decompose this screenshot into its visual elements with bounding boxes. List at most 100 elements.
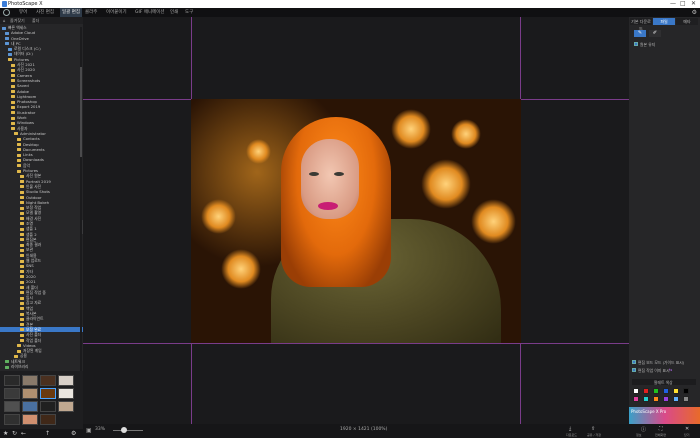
keep-original-checkbox[interactable] bbox=[634, 42, 638, 46]
folder-icon bbox=[20, 328, 24, 332]
settings-icon[interactable]: ⚙ bbox=[71, 430, 76, 437]
menu-item-tools[interactable]: 도구 bbox=[183, 8, 195, 17]
menu-item-combine[interactable]: 이어붙이기 bbox=[104, 8, 129, 17]
promo-tile[interactable]: PhotoScape X Pro bbox=[629, 407, 700, 424]
folder-icon bbox=[20, 333, 24, 337]
color-swatch[interactable] bbox=[683, 396, 689, 402]
fit-icon[interactable]: ▣ bbox=[86, 427, 92, 434]
folder-icon bbox=[17, 153, 21, 157]
color-swatch[interactable] bbox=[653, 396, 659, 402]
folder-icon bbox=[11, 63, 15, 67]
favorite-icon[interactable]: ★ bbox=[3, 430, 8, 437]
home-icon[interactable]: ⌂ bbox=[3, 17, 6, 24]
close-icon[interactable]: ✕ bbox=[691, 0, 696, 8]
thumbnail[interactable] bbox=[4, 388, 20, 399]
color-swatch[interactable] bbox=[643, 388, 649, 394]
thumbnail[interactable] bbox=[22, 401, 38, 412]
maximize-icon[interactable]: □ bbox=[680, 0, 686, 8]
folder-label: 임시 bbox=[26, 295, 33, 301]
tab-folders[interactable]: 폴더 bbox=[32, 17, 39, 24]
thumbnail[interactable] bbox=[4, 414, 20, 425]
up-icon[interactable]: ↑ bbox=[45, 430, 50, 437]
folder-icon bbox=[14, 132, 18, 136]
color-swatch[interactable] bbox=[653, 388, 659, 394]
menu-item-viewer[interactable]: 뷰어 bbox=[17, 8, 29, 17]
download-icon[interactable]: ⤓ bbox=[569, 426, 571, 432]
thumbnail[interactable] bbox=[40, 375, 56, 386]
folder-icon bbox=[17, 344, 21, 348]
back-icon[interactable]: ← bbox=[21, 430, 26, 437]
folder-icon bbox=[5, 31, 9, 35]
menu-item-editor[interactable]: 사진 편집 bbox=[34, 8, 56, 17]
menu-item-batch[interactable]: 일괄 편집 bbox=[60, 8, 82, 17]
thumbnail[interactable] bbox=[58, 388, 74, 399]
folder-label: Documents bbox=[23, 146, 45, 152]
folder-icon bbox=[5, 42, 9, 46]
tab-meta[interactable]: 메타 bbox=[676, 18, 698, 25]
minimize-icon[interactable]: — bbox=[670, 0, 676, 8]
thumbnail[interactable] bbox=[22, 414, 38, 425]
folder-label: Export 2019 bbox=[17, 104, 41, 110]
menu-item-collage[interactable]: 콜라주 bbox=[83, 8, 99, 17]
thumbnail[interactable] bbox=[4, 375, 20, 386]
folder-tree-item[interactable]: 라이브러리 bbox=[0, 364, 83, 369]
thumbnail[interactable] bbox=[4, 401, 20, 412]
zoom-slider[interactable] bbox=[113, 430, 143, 431]
menu-item-print[interactable]: 인쇄 bbox=[168, 8, 180, 17]
color-swatch[interactable] bbox=[673, 388, 679, 394]
thumbnail[interactable] bbox=[22, 375, 38, 386]
color-swatch[interactable] bbox=[673, 396, 679, 402]
info-icon[interactable]: ⓘ bbox=[641, 426, 646, 433]
folder-icon bbox=[5, 37, 9, 41]
color-swatch[interactable] bbox=[663, 388, 669, 394]
folder-tree-scrollbar[interactable] bbox=[80, 27, 82, 382]
tab-favorites[interactable]: 즐겨찾기 bbox=[10, 17, 25, 24]
folder-label: Illustrator bbox=[17, 109, 36, 115]
thumbnail[interactable] bbox=[58, 401, 74, 412]
thumbnail[interactable] bbox=[40, 414, 56, 425]
thumbnail-selected[interactable] bbox=[40, 388, 56, 399]
thumbnail[interactable] bbox=[58, 375, 74, 386]
gear-icon[interactable]: ⚙ bbox=[692, 9, 697, 16]
guide-mode-label: 편집 보드 모드 (가이드 표시) bbox=[638, 360, 685, 365]
thumbnail[interactable] bbox=[22, 388, 38, 399]
folder-icon bbox=[20, 174, 24, 178]
color-swatch[interactable] bbox=[633, 396, 639, 402]
color-swatch[interactable] bbox=[683, 388, 689, 394]
color-swatch[interactable] bbox=[633, 388, 639, 394]
photo-image[interactable] bbox=[191, 99, 521, 343]
zoom-slider-knob[interactable] bbox=[121, 427, 127, 433]
brush-tool-button[interactable]: ✎ bbox=[634, 30, 646, 37]
folder-label: 사용자 bbox=[17, 125, 28, 131]
tab-basic[interactable]: 기본 다운로드 bbox=[630, 18, 652, 31]
folder-label: Lightroom bbox=[17, 93, 37, 99]
pen-tool-button[interactable]: ✐ bbox=[649, 30, 661, 37]
folder-label: SNS bbox=[26, 263, 34, 269]
folder-label: 견본 bbox=[26, 321, 33, 327]
folder-icon bbox=[20, 185, 24, 189]
color-swatch[interactable] bbox=[643, 396, 649, 402]
share-icon[interactable]: ⇪ bbox=[591, 426, 595, 432]
refresh-icon[interactable]: ↻ bbox=[12, 430, 17, 437]
folder-label: Administrator bbox=[20, 130, 46, 136]
tab-file[interactable]: 파일 bbox=[653, 18, 675, 25]
logo-icon[interactable] bbox=[3, 9, 10, 16]
folder-label: Photoshop bbox=[17, 99, 37, 105]
close-editor-icon[interactable]: ✕ bbox=[685, 426, 689, 432]
folder-icon bbox=[20, 211, 24, 215]
editor-canvas[interactable] bbox=[83, 17, 629, 424]
fullscreen-icon[interactable]: ⛶ bbox=[659, 426, 663, 432]
show-edit-checkbox[interactable] bbox=[632, 368, 636, 372]
folder-label: Desktop bbox=[23, 141, 39, 147]
menu-item-gif[interactable]: GIF 애니메이션 bbox=[133, 8, 167, 17]
folder-label: 사진 2020 bbox=[17, 67, 35, 73]
guide-mode-checkbox[interactable] bbox=[632, 360, 636, 364]
folder-label: Screenshots bbox=[17, 77, 41, 83]
title-bar: PhotoScape X — □ ✕ bbox=[0, 0, 700, 8]
thumbnail[interactable] bbox=[40, 401, 56, 412]
compare-icon[interactable]: ⇆ bbox=[669, 367, 672, 372]
color-swatch[interactable] bbox=[663, 396, 669, 402]
scrollbar-thumb[interactable] bbox=[80, 67, 82, 157]
folder-label: 빠른 액세스 bbox=[8, 25, 27, 30]
folder-label: Night Bokeh bbox=[26, 199, 50, 205]
